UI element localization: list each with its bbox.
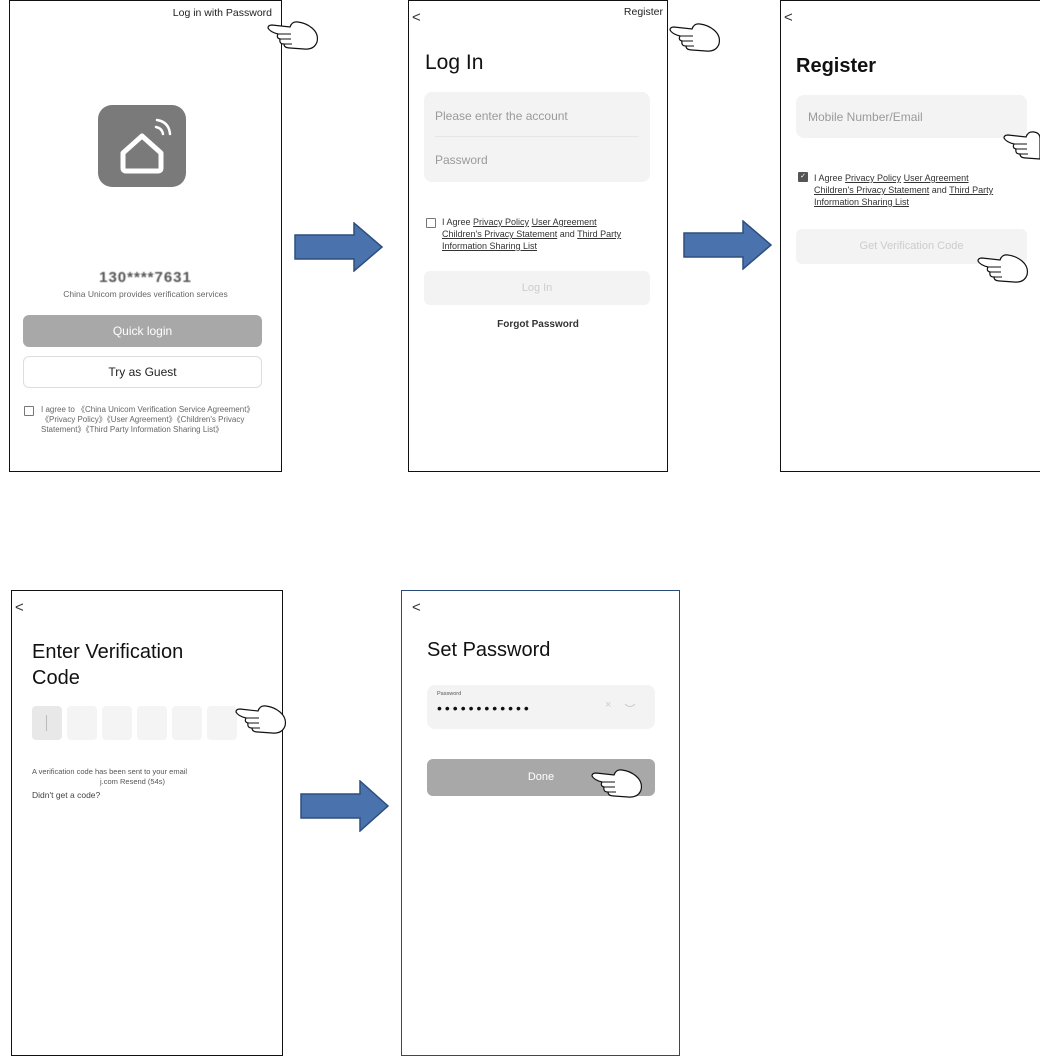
account-input[interactable]: Please enter the account bbox=[435, 109, 568, 123]
verification-code-screen: < Enter Verification Code A verification… bbox=[11, 590, 283, 1056]
right-arrow-icon bbox=[294, 222, 384, 272]
input-placeholder: Mobile Number/Email bbox=[808, 110, 923, 124]
login-fields: Please enter the account Password bbox=[424, 92, 650, 182]
page-title-line2: Code bbox=[32, 667, 80, 689]
agreement-checkbox[interactable]: ✓ bbox=[798, 172, 808, 182]
right-arrow-icon bbox=[300, 780, 390, 832]
masked-phone-number: 130****7631 bbox=[99, 269, 192, 286]
login-password-screen: < Register Log In Please enter the accou… bbox=[408, 0, 668, 472]
register-screen: < Register Mobile Number/Email ✓ I Agree… bbox=[780, 0, 1040, 472]
pointing-hand-icon bbox=[977, 254, 1029, 283]
field-divider bbox=[435, 136, 639, 137]
provider-text: China Unicom provides verification servi… bbox=[63, 289, 228, 299]
code-digit-5[interactable] bbox=[172, 706, 202, 740]
code-sent-text: A verification code has been sent to you… bbox=[32, 767, 188, 776]
login-with-password-link[interactable]: Log in with Password bbox=[173, 7, 272, 19]
pointing-hand-icon bbox=[1003, 131, 1040, 160]
agree-label: I Agree bbox=[442, 217, 471, 227]
forgot-password-link[interactable]: Forgot Password bbox=[409, 319, 667, 330]
third-party-link[interactable]: Third Party bbox=[577, 229, 621, 239]
back-button[interactable]: < bbox=[412, 9, 421, 26]
pointing-hand-icon bbox=[591, 769, 643, 798]
sharing-list-link[interactable]: Information Sharing List bbox=[814, 197, 909, 207]
pointing-hand-icon bbox=[267, 21, 319, 50]
agreement-text: I Agree Privacy Policy User Agreement Ch… bbox=[814, 172, 1040, 208]
sharing-list-link[interactable]: Information Sharing List bbox=[442, 241, 537, 251]
home-wifi-icon bbox=[120, 118, 172, 174]
children-privacy-link[interactable]: Children's Privacy Statement bbox=[442, 229, 557, 239]
password-input[interactable]: Password bbox=[435, 153, 488, 167]
app-logo bbox=[98, 105, 186, 187]
page-title: Log In bbox=[425, 51, 484, 74]
page-title: Register bbox=[796, 55, 877, 77]
password-value: •••••••••••• bbox=[437, 700, 532, 716]
page-title-line1: Enter Verification bbox=[32, 641, 184, 663]
login-button[interactable]: Log In bbox=[424, 271, 650, 305]
password-field[interactable]: Password •••••••••••• × bbox=[427, 685, 655, 729]
pointing-hand-icon bbox=[669, 23, 721, 52]
code-digit-3[interactable] bbox=[102, 706, 132, 740]
code-digit-4[interactable] bbox=[137, 706, 167, 740]
agreement-checkbox[interactable] bbox=[426, 218, 436, 228]
login-quick-screen: Log in with Password 130****7631 China U… bbox=[9, 0, 282, 472]
agree-label: I Agree bbox=[814, 173, 843, 183]
back-button[interactable]: < bbox=[15, 599, 24, 616]
code-digit-6[interactable] bbox=[207, 706, 237, 740]
mobile-email-input[interactable]: Mobile Number/Email bbox=[796, 95, 1027, 138]
user-agreement-link[interactable]: User Agreement bbox=[904, 173, 969, 183]
and-text: and bbox=[559, 229, 575, 239]
pointing-hand-icon bbox=[235, 705, 287, 734]
page-title: Set Password bbox=[427, 639, 551, 661]
privacy-policy-link[interactable]: Privacy Policy bbox=[473, 217, 529, 227]
quick-login-button[interactable]: Quick login bbox=[23, 315, 262, 347]
set-password-screen: < Set Password Password •••••••••••• × D… bbox=[401, 590, 680, 1056]
agreement-text: I Agree Privacy Policy User Agreement Ch… bbox=[442, 216, 664, 252]
third-party-link[interactable]: Third Party bbox=[949, 185, 993, 195]
email-resend-text[interactable]: j.com Resend (54s) bbox=[100, 777, 165, 786]
right-arrow-icon bbox=[683, 220, 773, 270]
code-digit-1[interactable] bbox=[32, 706, 62, 740]
didnt-get-code-link[interactable]: Didn't get a code? bbox=[32, 790, 100, 800]
privacy-policy-link[interactable]: Privacy Policy bbox=[845, 173, 901, 183]
code-digit-2[interactable] bbox=[67, 706, 97, 740]
agreement-text: I agree to 《China Unicom Verification Se… bbox=[41, 405, 255, 434]
back-button[interactable]: < bbox=[412, 599, 421, 616]
eye-closed-icon[interactable] bbox=[624, 702, 636, 710]
children-privacy-link[interactable]: Children's Privacy Statement bbox=[814, 185, 929, 195]
password-label: Password bbox=[437, 691, 462, 697]
register-link[interactable]: Register bbox=[624, 6, 663, 18]
and-text: and bbox=[931, 185, 947, 195]
text-cursor bbox=[46, 715, 47, 731]
clear-icon[interactable]: × bbox=[605, 699, 611, 711]
agreement-checkbox[interactable] bbox=[24, 406, 34, 416]
user-agreement-link[interactable]: User Agreement bbox=[532, 217, 597, 227]
back-button[interactable]: < bbox=[784, 9, 793, 26]
try-as-guest-button[interactable]: Try as Guest bbox=[23, 356, 262, 388]
